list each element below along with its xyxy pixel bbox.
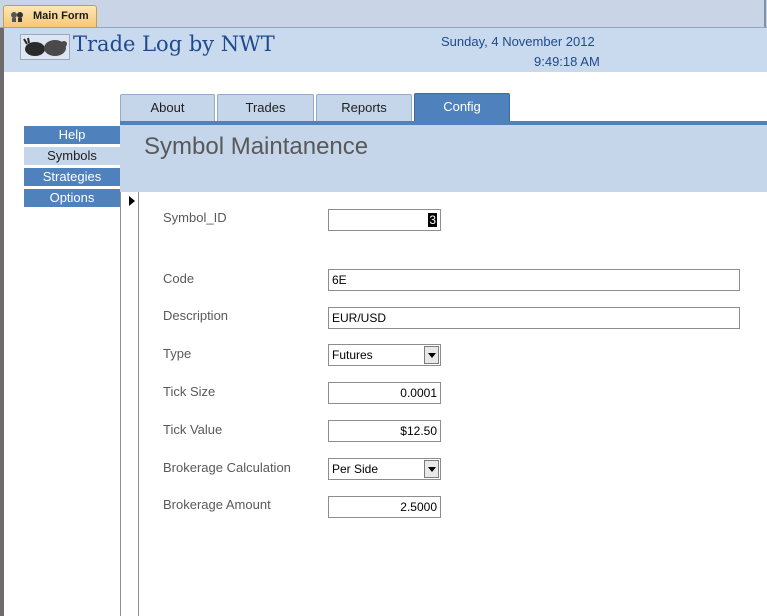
brokerage-amount-label: Brokerage Amount [163, 497, 271, 512]
code-field[interactable]: 6E [328, 269, 740, 291]
symbol-id-value: 3 [428, 213, 437, 227]
description-field[interactable]: EUR/USD [328, 307, 740, 329]
current-date: Sunday, 4 November 2012 [441, 34, 595, 49]
gear-icon [11, 12, 23, 22]
brokerage-amount-field[interactable]: 2.5000 [328, 496, 441, 518]
tab-strip-divider [764, 0, 766, 27]
tick-value-field[interactable]: $12.50 [328, 420, 441, 442]
symbol-id-label: Symbol_ID [163, 210, 227, 225]
nav-options-button[interactable]: Options [24, 189, 120, 207]
tick-value-label: Tick Value [163, 422, 223, 437]
description-label: Description [163, 308, 229, 323]
brokerage-calculation-value: Per Side [332, 462, 379, 476]
type-label: Type [163, 346, 192, 361]
tick-size-label: Tick Size [163, 384, 216, 399]
tab-reports[interactable]: Reports [316, 94, 412, 122]
tick-size-field[interactable]: 0.0001 [328, 382, 441, 404]
current-record-arrow-icon [129, 196, 135, 206]
tab-trades[interactable]: Trades [217, 94, 314, 122]
document-tab-label: Main Form [33, 10, 89, 22]
chevron-down-icon[interactable] [424, 460, 439, 478]
nav-help-button[interactable]: Help [24, 126, 120, 144]
type-combo-value: Futures [332, 348, 373, 362]
tab-about[interactable]: About [120, 94, 215, 122]
brokerage-calculation-label: Brokerage Calculation [163, 460, 291, 475]
app-title: Trade Log by NWT [73, 32, 275, 56]
bull-bear-logo [20, 34, 70, 60]
document-tab-main-form[interactable]: Main Form [3, 5, 97, 27]
form-title: Symbol Maintanence [144, 133, 369, 160]
left-border [0, 28, 4, 616]
current-time: 9:49:18 AM [534, 54, 600, 69]
symbol-id-field[interactable]: 3 [328, 209, 441, 231]
document-tab-strip [0, 0, 767, 28]
tab-config[interactable]: Config [414, 93, 510, 122]
record-selector[interactable] [120, 192, 139, 616]
chevron-down-icon[interactable] [424, 346, 439, 364]
nav-strategies-button[interactable]: Strategies [24, 168, 120, 186]
type-combo[interactable]: Futures [328, 344, 441, 366]
brokerage-calculation-combo[interactable]: Per Side [328, 458, 441, 480]
code-label: Code [163, 271, 195, 286]
nav-symbols-button[interactable]: Symbols [24, 147, 120, 165]
